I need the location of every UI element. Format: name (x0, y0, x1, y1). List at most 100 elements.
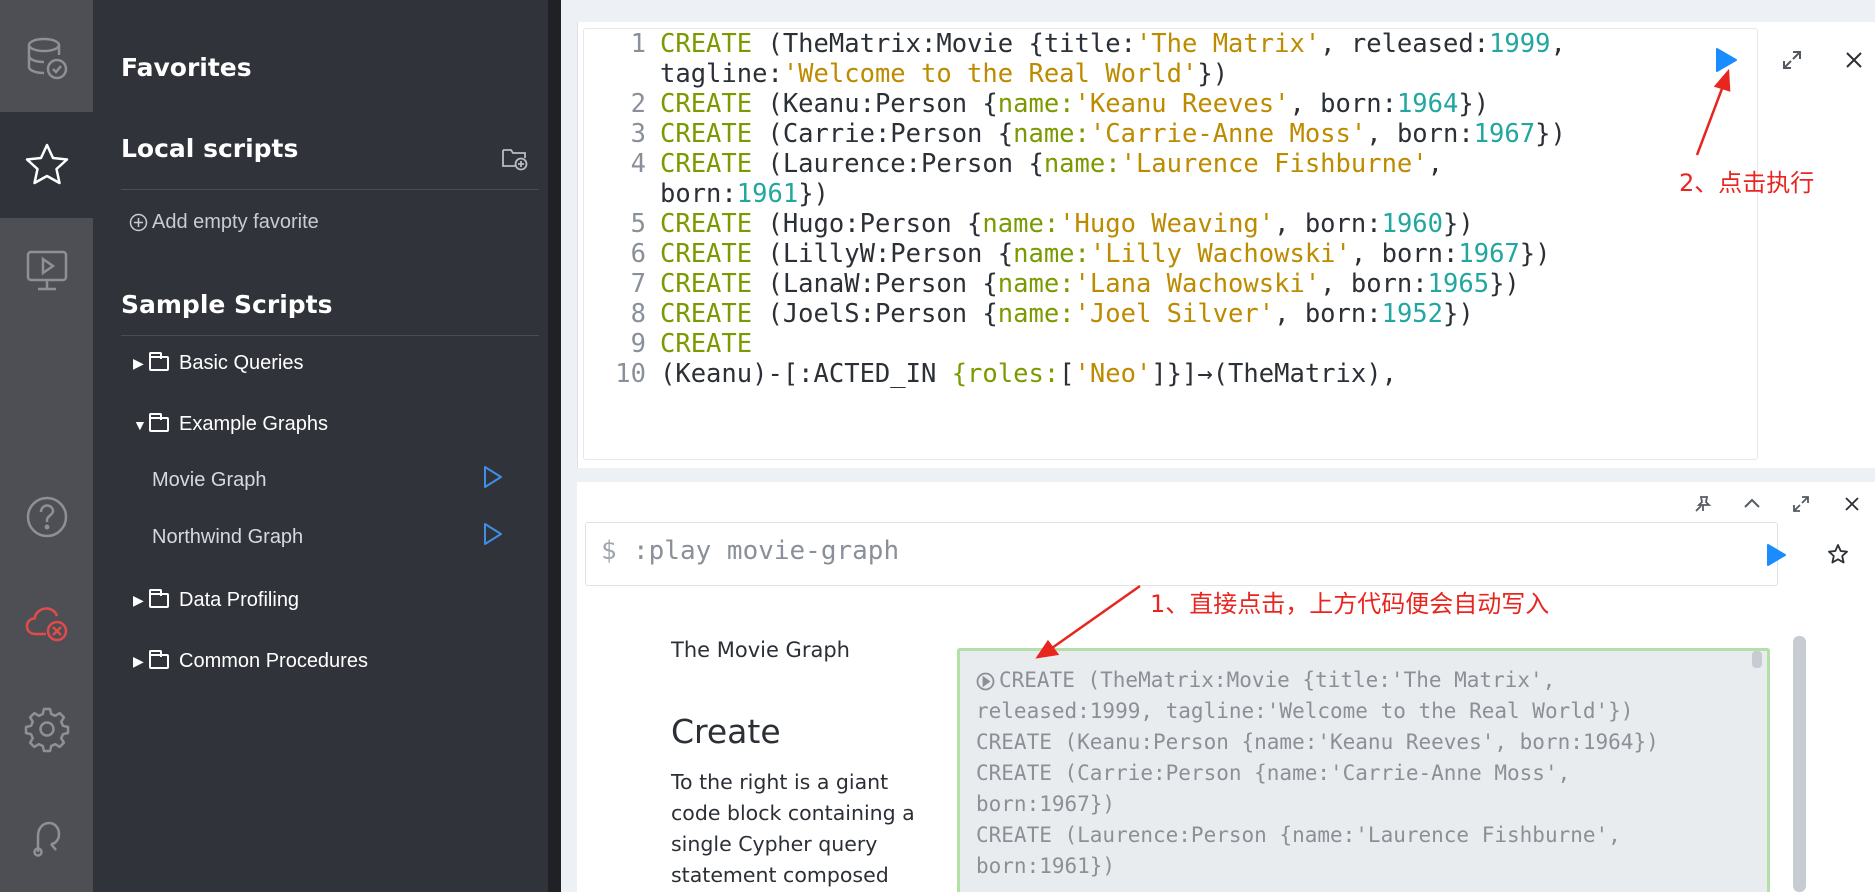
add-circle-icon (129, 213, 148, 232)
collapse-icon[interactable] (1743, 496, 1761, 510)
code-line: CREATE (Laurence:Person {name:'Laurence … (976, 823, 1621, 847)
help-icon[interactable] (0, 464, 93, 570)
caret-right-icon: ▶ (133, 355, 144, 371)
code-token: CREATE (660, 209, 753, 239)
fullscreen-icon[interactable] (1782, 50, 1802, 70)
code-line: born:1961}) (976, 854, 1116, 878)
folder-icon (149, 650, 169, 669)
add-empty-favorite-label: Add empty favorite (152, 211, 319, 233)
database-icon[interactable] (0, 6, 93, 112)
code-token: , (1550, 29, 1566, 59)
code-token: 1960 (1381, 209, 1444, 239)
code-token: 'Carrie-Anne Moss' (1089, 119, 1367, 149)
code-token: (TheMatrix:Movie {title: (752, 29, 1136, 59)
code-token: 'Lana Wachowski' (1074, 269, 1321, 299)
add-empty-favorite-button[interactable]: Add empty favorite (129, 211, 319, 234)
code-token: , (1427, 149, 1443, 179)
close-icon[interactable] (1845, 51, 1863, 69)
run-query-icon[interactable] (1714, 47, 1738, 73)
code-token: name: (1013, 239, 1090, 269)
folder-basic-queries[interactable]: ▶ Basic Queries (133, 352, 304, 375)
folder-label: Example Graphs (179, 413, 328, 435)
code-token: (JoelS:Person { (752, 299, 998, 329)
code-token: 'Keanu Reeves' (1074, 89, 1290, 119)
code-token: }) (798, 179, 829, 209)
local-scripts-title: Local scripts (121, 134, 299, 163)
favorite-star-icon[interactable] (1827, 543, 1849, 565)
caret-down-icon: ▼ (133, 416, 147, 433)
code-token: name: (1043, 149, 1121, 179)
code-token: 'Neo' (1074, 359, 1152, 389)
code-token: (Carrie:Person { (752, 119, 1014, 149)
cypher-editor[interactable]: 1 CREATE (TheMatrix:Movie {title:'The Mat… (583, 28, 1758, 460)
folder-common-procedures[interactable]: ▶ Common Procedures (133, 650, 368, 673)
folder-label: Basic Queries (179, 352, 304, 374)
code-token: [ (1059, 359, 1075, 389)
code-token: 'Welcome to the Real World' (782, 59, 1198, 89)
code-token: 'Joel Silver' (1074, 299, 1275, 329)
new-folder-icon[interactable] (501, 145, 529, 171)
folder-example-graphs[interactable]: ▼ Example Graphs (133, 413, 328, 436)
drawer-scrollbar[interactable] (548, 0, 561, 892)
cloud-disconnected-icon[interactable] (0, 570, 93, 676)
code-token: 'The Matrix' (1135, 29, 1321, 59)
code-token: }) (1458, 89, 1490, 119)
guide-scrollbar[interactable] (1793, 636, 1806, 892)
close-icon[interactable] (1844, 496, 1860, 512)
code-token: 1999 (1489, 29, 1551, 59)
folder-label: Common Procedures (179, 650, 368, 672)
run-movie-graph-icon[interactable] (482, 465, 504, 489)
code-token: 1961 (736, 179, 799, 209)
line-number: 10 (615, 359, 646, 389)
command-input[interactable]: :play movie-graph (633, 536, 899, 566)
code-token: , born: (1366, 119, 1474, 149)
code-token: ]}]→(TheMatrix), (1151, 359, 1397, 389)
code-token: CREATE (660, 89, 753, 119)
editor-code-line: 10 (Keanu)-[:ACTED_IN {roles:['Neo']}]→(T… (584, 356, 1397, 392)
code-line: CREATE (Carrie:Person {name:'Carrie-Anne… (976, 761, 1571, 785)
code-token: CREATE (660, 239, 753, 269)
code-token: name: (997, 299, 1075, 329)
code-token: }) (1535, 119, 1566, 149)
code-token: (Keanu)-[:ACTED_IN (660, 359, 952, 389)
code-token: 1967 (1473, 119, 1536, 149)
caret-right-icon: ▶ (133, 592, 144, 608)
code-token: (LillyW:Person { (752, 239, 1014, 269)
sample-scripts-title: Sample Scripts (121, 290, 333, 319)
run-command-icon[interactable] (1765, 543, 1787, 567)
monitor-play-icon[interactable] (0, 218, 93, 324)
code-token: 'Laurence Fishburne' (1120, 149, 1428, 179)
favorites-drawer: Favorites Local scripts Add empty favori… (93, 0, 548, 892)
folder-icon (149, 589, 169, 608)
code-token: }) (1443, 209, 1474, 239)
caret-right-icon: ▶ (133, 653, 144, 669)
script-northwind-graph[interactable]: Northwind Graph (152, 526, 303, 549)
code-token: , born: (1350, 239, 1459, 269)
pin-icon[interactable] (1694, 495, 1712, 513)
run-code-icon[interactable] (976, 672, 995, 691)
script-movie-graph[interactable]: Movie Graph (152, 469, 267, 492)
code-token: 1967 (1458, 239, 1520, 269)
code-token: name: (997, 89, 1075, 119)
guide-paragraph: single Cypher query (671, 832, 878, 856)
fullscreen-icon[interactable] (1792, 495, 1810, 513)
code-token: }) (1443, 299, 1474, 329)
code-token: (LanaW:Person { (752, 269, 998, 299)
settings-gear-icon[interactable] (0, 676, 93, 782)
code-token: 1964 (1396, 89, 1459, 119)
code-token: }) (1197, 59, 1229, 89)
plug-icon[interactable] (0, 782, 93, 888)
code-token: , born: (1289, 89, 1397, 119)
code-token: name: (982, 209, 1060, 239)
code-token: name: (997, 269, 1075, 299)
guide-paragraph: code block containing a (671, 801, 915, 825)
codeblock-scrollbar[interactable] (1752, 651, 1762, 668)
code-token: 1952 (1381, 299, 1444, 329)
code-token: CREATE (660, 29, 753, 59)
folder-data-profiling[interactable]: ▶ Data Profiling (133, 589, 299, 612)
code-token: born: (660, 179, 737, 209)
run-northwind-graph-icon[interactable] (482, 522, 504, 546)
star-icon[interactable] (0, 112, 93, 218)
code-token: (Laurence:Person { (752, 149, 1044, 179)
folder-icon (149, 352, 169, 371)
